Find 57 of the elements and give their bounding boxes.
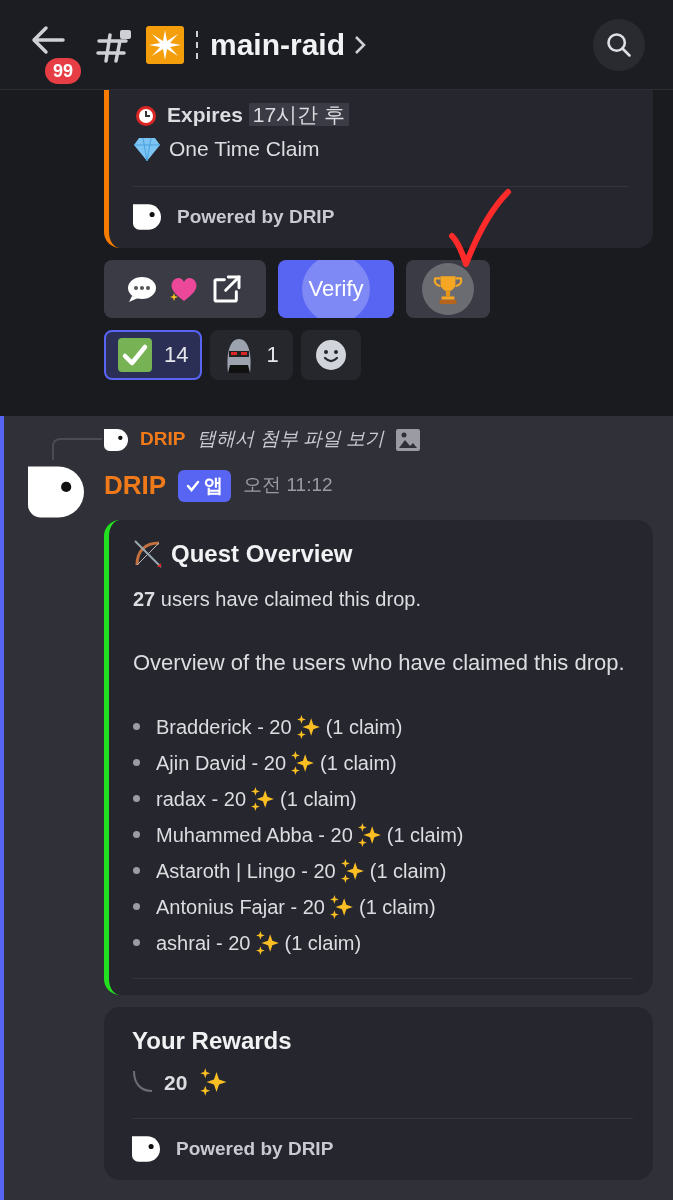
bow-and-arrow-icon: [133, 538, 163, 569]
search-icon: [605, 30, 633, 59]
bullet-icon: [133, 939, 140, 946]
reply-corner-icon: [132, 1071, 152, 1094]
reaction-button[interactable]: 14: [104, 329, 203, 380]
bullet-icon: [133, 903, 140, 910]
claim-count: (1 claim): [359, 894, 436, 920]
link-button[interactable]: [104, 259, 266, 318]
drip-logo-icon: [104, 427, 128, 452]
embed-title: Your Rewards: [132, 1026, 292, 1054]
reaction-button[interactable]: 1: [210, 329, 293, 380]
claim-summary: 27 users have claimed this drop.: [133, 586, 422, 612]
diamond-icon: [133, 136, 161, 162]
drip-logo-icon: [133, 203, 161, 232]
claim-count: (1 claim): [369, 858, 447, 884]
author-name: DRIP: [104, 469, 167, 502]
user-name: radax - 20: [156, 786, 247, 812]
reply-connector-line: [52, 437, 102, 460]
bullet-icon: [133, 867, 140, 874]
channel-name[interactable]: main-raid: [210, 22, 368, 67]
add-reaction-icon: [314, 338, 347, 371]
claim-count: (1 claim): [386, 822, 464, 848]
footer-text: Powered by DRIP: [176, 1137, 334, 1161]
reply-text: 탭해서 첨부 파일 보기: [197, 427, 385, 452]
user-name: ashrai - 20: [156, 930, 251, 956]
user-name: Astaroth | Lingo - 20: [156, 858, 336, 884]
claim-count: (1 claim): [320, 750, 397, 776]
reaction-button[interactable]: [300, 329, 361, 380]
claim-count: (1 claim): [280, 786, 357, 812]
sparkle-burst-icon: [146, 25, 184, 64]
message-time: 오전 11:12: [243, 473, 333, 498]
expiry-text: Expires 17시간 후: [167, 99, 349, 131]
footer-text: Powered by DRIP: [177, 205, 335, 229]
chevron-right-icon: [353, 33, 368, 56]
bullet-icon: [133, 831, 140, 838]
claim-count: (1 claim): [284, 930, 362, 956]
back-arrow-icon: [31, 24, 65, 55]
trophy-button[interactable]: [406, 259, 490, 318]
drip-logo-icon: [132, 1135, 160, 1164]
bullet-icon: [133, 759, 140, 766]
app-badge-text: 앱: [204, 473, 224, 498]
check-mark-icon: [118, 337, 152, 372]
speech-bubble-icon: [127, 275, 157, 302]
check-icon: [186, 479, 201, 492]
claim-text: One Time Claim: [169, 136, 320, 163]
user-name: Bradderick - 20: [156, 714, 292, 740]
bullet-icon: [133, 795, 140, 802]
reward-amount: 20: [164, 1069, 188, 1096]
bullet-icon: [133, 723, 140, 730]
user-name: Antonius Fajar - 20: [156, 894, 325, 920]
reply-author: DRIP: [140, 427, 186, 452]
user-name: Ajin David - 20: [156, 750, 287, 776]
embed-description: Overview of the users who have claimed this drop.: [133, 648, 626, 677]
image-icon: [396, 428, 421, 451]
embed-title: Quest Overview: [171, 538, 353, 569]
user-name: Muhammed Abba - 20: [156, 822, 353, 848]
claim-count: (1 claim): [325, 714, 403, 740]
